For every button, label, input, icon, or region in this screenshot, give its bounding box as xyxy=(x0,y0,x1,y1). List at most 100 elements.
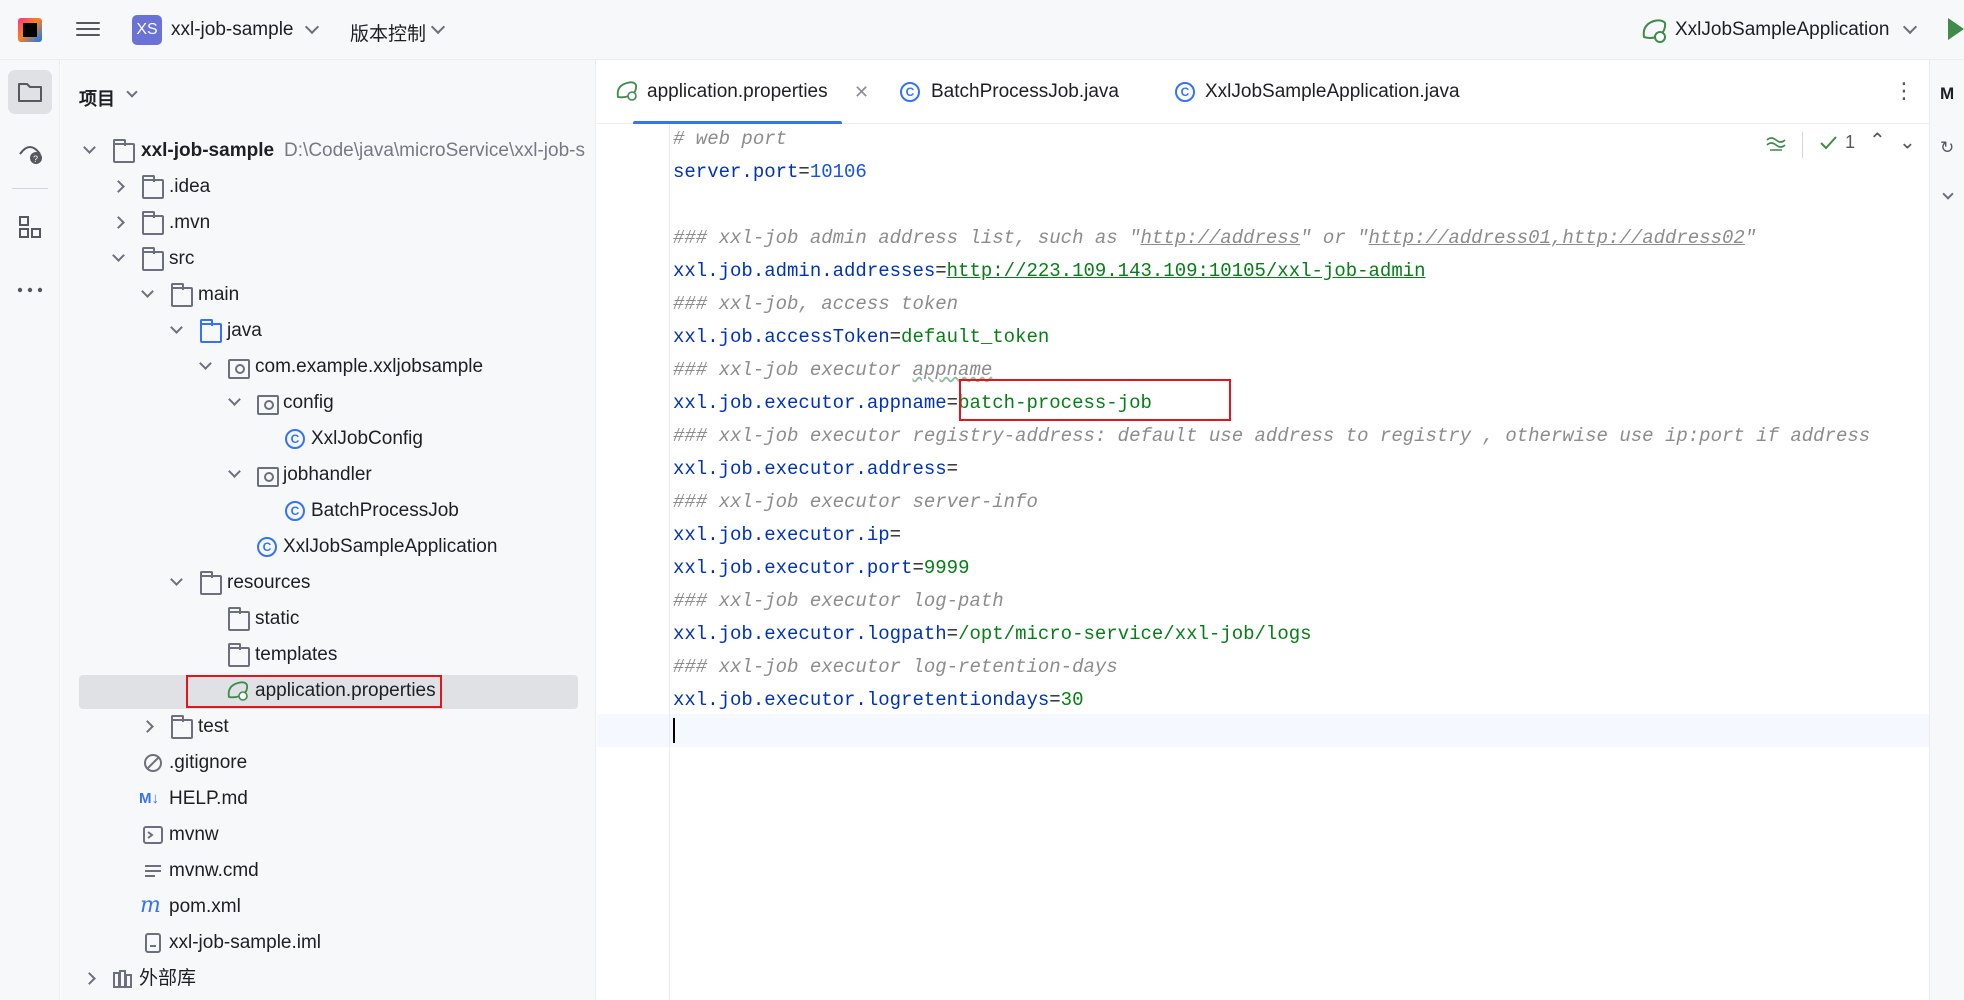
tree-item-pom-xml[interactable]: m pom.xml xyxy=(61,889,595,925)
strip-divider xyxy=(12,188,48,189)
next-highlight-icon[interactable]: ⌃ xyxy=(1899,128,1916,153)
structure-tool-button[interactable] xyxy=(8,205,52,249)
tree-item-label: resources xyxy=(227,572,311,593)
tree-item-label: BatchProcessJob xyxy=(311,500,459,521)
code-line: ### xxl-job executor log-path xyxy=(673,586,1870,619)
chevron-down-icon[interactable] xyxy=(304,19,320,35)
comment-link[interactable]: http://address01,http://address02 xyxy=(1369,227,1745,249)
library-icon xyxy=(113,970,132,988)
spring-boot-class-icon: C xyxy=(257,537,277,557)
more-tools-button[interactable] xyxy=(8,260,52,304)
module-file-icon xyxy=(145,933,161,953)
equals-sign: = xyxy=(889,524,902,546)
expand-arrow-icon[interactable] xyxy=(170,321,183,334)
chevron-down-icon[interactable] xyxy=(126,86,138,98)
code-line: xxl.job.admin.addresses=http://223.109.1… xyxy=(673,256,1870,289)
expand-arrow-icon[interactable] xyxy=(199,357,212,370)
expand-arrow-icon[interactable] xyxy=(83,972,96,985)
tree-item-src[interactable]: src xyxy=(61,241,595,277)
tab-batchprocessjob[interactable]: BatchProcessJob.java xyxy=(931,60,1119,124)
maven-tool-icon[interactable]: M xyxy=(1940,84,1954,104)
tree-item-resources[interactable]: resources xyxy=(61,565,595,601)
code-line: xxl.job.executor.logpath=/opt/micro-serv… xyxy=(673,619,1870,652)
tree-item-application-class[interactable]: C XxlJobSampleApplication xyxy=(61,529,595,565)
comment-link[interactable]: http://address xyxy=(1140,227,1300,249)
tool-window-strip: ? xyxy=(0,60,60,1000)
tab-application-properties[interactable]: application.properties xyxy=(633,60,842,125)
tree-item-package[interactable]: com.example.xxljobsample xyxy=(61,349,595,385)
ide-logo-icon[interactable] xyxy=(18,18,42,42)
more-icon xyxy=(17,287,43,293)
tree-item-main[interactable]: main xyxy=(61,277,595,313)
expand-arrow-icon[interactable] xyxy=(170,573,183,586)
tree-item-root[interactable]: xxl-job-sample D:\Code\java\microService\… xyxy=(61,133,595,169)
tree-item-java[interactable]: java xyxy=(61,313,595,349)
comment: # web port xyxy=(673,128,788,150)
tree-item-test[interactable]: test xyxy=(61,709,595,745)
tree-item-mvnw-cmd[interactable]: mvnw.cmd xyxy=(61,853,595,889)
tree-item-templates[interactable]: templates xyxy=(61,637,595,673)
tree-item-application-properties[interactable]: application.properties xyxy=(61,673,595,709)
folder-icon xyxy=(142,211,164,235)
main-menu-icon[interactable] xyxy=(76,18,100,42)
project-tool-button[interactable] xyxy=(8,70,52,114)
refresh-icon[interactable]: ↻ xyxy=(1940,138,1954,158)
tree-item-label: xxl-job-sample.iml xyxy=(169,932,322,953)
property-key: xxl.job.executor.port xyxy=(673,557,913,579)
tree-item-label: HELP.md xyxy=(169,788,248,809)
comment: ### xxl-job executor log-retention-days xyxy=(673,656,1118,678)
expand-arrow-icon[interactable] xyxy=(83,141,96,154)
property-value-link[interactable]: http://223.109.143.109:10105/xxl-job-adm… xyxy=(947,260,1426,282)
chevron-down-icon[interactable] xyxy=(1942,188,1954,200)
expand-arrow-icon[interactable] xyxy=(228,393,241,406)
property-key: xxl.job.executor.appname xyxy=(673,392,947,414)
project-switcher[interactable]: xxl-job-sample xyxy=(171,19,293,41)
learn-tool-button[interactable]: ? xyxy=(8,130,52,174)
resources-folder-icon xyxy=(200,571,222,595)
tree-item-jobhandler[interactable]: jobhandler xyxy=(61,457,595,493)
code-line: ### xxl-job executor registry-address: d… xyxy=(673,421,1870,454)
spring-properties-icon xyxy=(616,81,638,101)
expand-arrow-icon[interactable] xyxy=(141,720,154,733)
code-line: xxl.job.executor.appname=batch-process-j… xyxy=(673,388,1870,421)
vcs-menu[interactable]: 版本控制 xyxy=(350,19,426,46)
expand-arrow-icon[interactable] xyxy=(112,249,125,262)
tab-xxljobsampleapplication[interactable]: XxlJobSampleApplication.java xyxy=(1205,60,1460,124)
property-key: xxl.job.executor.ip xyxy=(673,524,890,546)
tree-item-static[interactable]: static xyxy=(61,601,595,637)
chevron-down-icon[interactable] xyxy=(1902,19,1918,35)
more-tabs-icon[interactable]: ⋮ xyxy=(1893,78,1915,104)
tree-item-batchprocessjob[interactable]: C BatchProcessJob xyxy=(61,493,595,529)
tree-item-mvn[interactable]: .mvn xyxy=(61,205,595,241)
property-value: /opt/micro-service/xxl-job/logs xyxy=(958,623,1312,645)
run-configuration-selector[interactable]: XxlJobSampleApplication xyxy=(1675,19,1889,41)
current-line-highlight xyxy=(597,714,1929,747)
tree-item-gitignore[interactable]: .gitignore xyxy=(61,745,595,781)
expand-arrow-icon[interactable] xyxy=(112,180,125,193)
previous-highlight-icon[interactable]: ⌃ xyxy=(1869,128,1886,153)
expand-arrow-icon[interactable] xyxy=(141,285,154,298)
module-folder-icon xyxy=(113,139,135,163)
tree-item-label: .mvn xyxy=(169,212,211,233)
chevron-down-icon[interactable] xyxy=(430,19,446,35)
tree-item-help-md[interactable]: M↓ HELP.md xyxy=(61,781,595,817)
tree-item-xxljobconfig[interactable]: C XxlJobConfig xyxy=(61,421,595,457)
run-icon[interactable] xyxy=(1948,18,1964,40)
code-editor[interactable]: 1 ⌃ ⌃ # web port server.port=10106 ### x… xyxy=(597,124,1929,1000)
project-badge[interactable]: XS xyxy=(132,15,162,45)
code-line: server.port=10106 xyxy=(673,157,1870,190)
equals-sign: = xyxy=(798,161,810,183)
panel-title[interactable]: 项目 xyxy=(79,85,115,111)
expand-arrow-icon[interactable] xyxy=(228,465,241,478)
expand-arrow-icon[interactable] xyxy=(112,216,125,229)
tree-item-config[interactable]: config xyxy=(61,385,595,421)
tree-item-label: mvnw.cmd xyxy=(169,860,259,881)
tree-item-iml[interactable]: xxl-job-sample.iml xyxy=(61,925,595,961)
folder-icon xyxy=(228,607,250,631)
equals-sign: = xyxy=(946,623,959,645)
tree-item-idea[interactable]: .idea xyxy=(61,169,595,205)
close-tab-icon[interactable]: ✕ xyxy=(854,82,869,103)
tree-item-mvnw[interactable]: mvnw xyxy=(61,817,595,853)
property-key: xxl.job.executor.address xyxy=(673,458,947,480)
tree-item-external-libraries[interactable]: 外部库 xyxy=(61,961,595,997)
